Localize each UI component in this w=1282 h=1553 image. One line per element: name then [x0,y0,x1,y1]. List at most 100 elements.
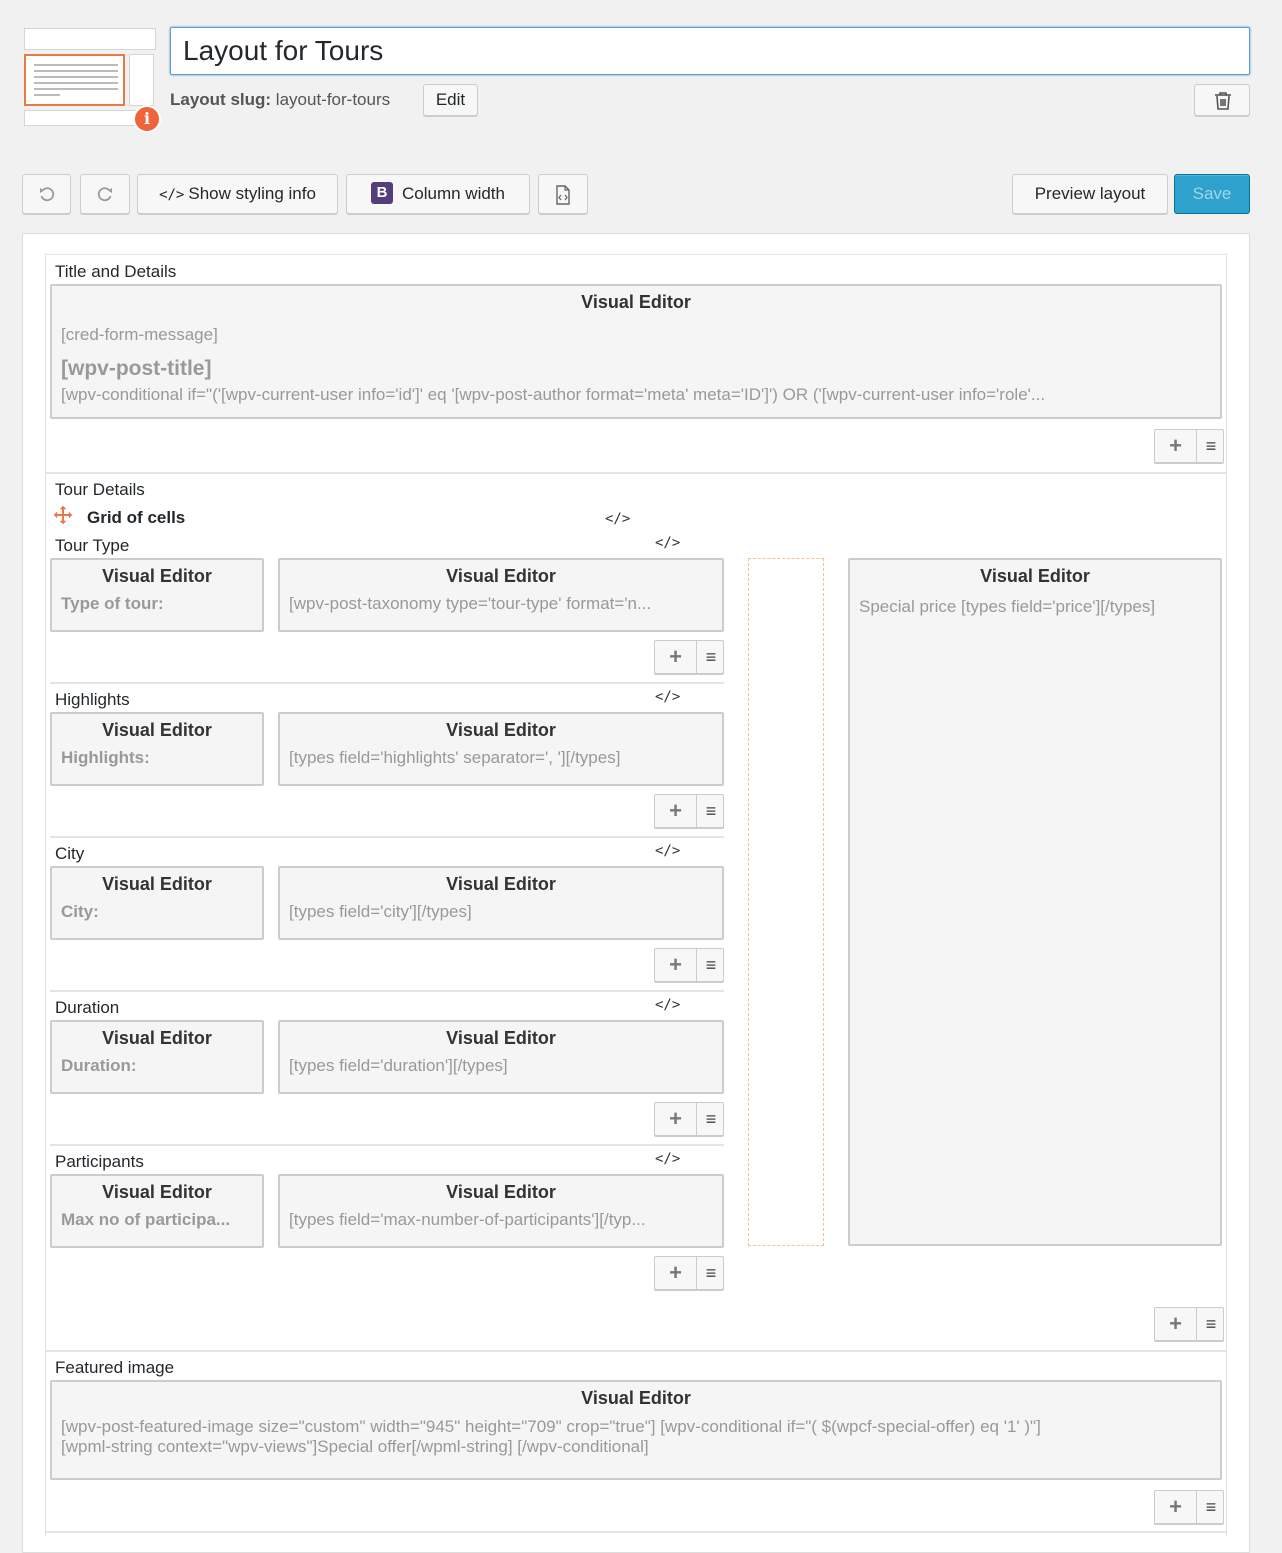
empty-cell-placeholder[interactable] [748,558,824,1246]
cell-title: Visual Editor [446,720,556,740]
visual-editor-cell[interactable]: Visual Editor Max no of participa... [50,1174,264,1248]
layout-title-input[interactable]: Layout for Tours [170,27,1250,75]
column-width-button[interactable]: B Column width [346,174,530,214]
layout-slug: Layout slug: layout-for-tours [170,86,390,116]
row-label-tour-details: Tour Details [55,480,145,499]
visual-editor-cell[interactable]: Visual Editor [types field='max-number-o… [278,1174,724,1248]
info-icon[interactable]: i [133,105,161,133]
subrow-label-city: City [55,844,85,863]
move-icon[interactable] [53,505,73,525]
cell-title: Visual Editor [581,292,691,312]
save-button[interactable]: Save [1174,174,1250,214]
cell-content-line: [types field='highlights' separator=', '… [289,748,621,767]
show-styling-info-button[interactable]: </> Show styling info [137,174,338,214]
visual-editor-cell[interactable]: Visual Editor [types field='highlights' … [278,712,724,786]
add-cell-button[interactable]: + [1155,1491,1197,1523]
cell-content-line: [wpml-string context="wpv-views"]Special… [61,1437,649,1456]
undo-icon [39,186,54,201]
cell-title: Visual Editor [446,874,556,894]
css-editor-button[interactable] [538,174,588,214]
visual-editor-cell[interactable]: Visual Editor City: [50,866,264,940]
code-icon[interactable]: </> [655,997,680,1013]
row-menu-button[interactable]: ≡ [698,1103,724,1135]
row-menu-button[interactable]: ≡ [698,795,724,827]
subrow-label-highlights: Highlights [55,690,130,709]
row-controls: + ≡ [654,948,724,982]
row-label-featured-image: Featured image [55,1358,175,1377]
column-width-label: Column width [402,184,505,203]
cell-title: Visual Editor [446,1028,556,1048]
row-controls: + ≡ [654,794,724,828]
trash-icon [1215,92,1231,110]
add-cell-button[interactable]: + [655,1257,697,1289]
cell-title: Visual Editor [102,874,212,894]
css-file-icon [556,184,570,205]
cell-title: Visual Editor [581,1388,691,1408]
undo-button[interactable] [22,174,71,214]
row-controls: + ≡ [1154,429,1224,463]
visual-editor-cell[interactable]: Visual Editor [cred-form-message] [wpv-p… [50,284,1222,419]
row-menu-button[interactable]: ≡ [1198,1308,1224,1340]
add-cell-button[interactable]: + [1155,430,1197,462]
add-cell-button[interactable]: + [655,795,697,827]
slug-label: Layout slug: [170,90,272,109]
code-icon[interactable]: </> [655,689,680,705]
code-icon[interactable]: </> [605,511,630,527]
visual-editor-cell[interactable]: Visual Editor [wpv-post-taxonomy type='t… [278,558,724,632]
slug-value: layout-for-tours [275,90,391,109]
add-cell-button[interactable]: + [655,641,697,673]
code-icon: </> [159,187,185,203]
cell-content-line: Highlights: [61,748,150,767]
row-menu-button[interactable]: ≡ [1198,1491,1224,1523]
cell-content-line: Duration: [61,1056,137,1075]
visual-editor-cell[interactable]: Visual Editor [wpv-post-featured-image s… [50,1380,1222,1480]
row-controls: + ≡ [1154,1490,1224,1524]
row-controls: + ≡ [654,1102,724,1136]
cell-title: Visual Editor [980,566,1090,586]
visual-editor-cell[interactable]: Visual Editor Special price [types field… [848,558,1222,1246]
row-menu-button[interactable]: ≡ [698,949,724,981]
show-styling-info-label: Show styling info [188,184,316,203]
visual-editor-cell[interactable]: Visual Editor Duration: [50,1020,264,1094]
row-label-title-and-details: Title and Details [55,262,177,281]
row-controls: + ≡ [654,640,724,674]
cell-content-line: Type of tour: [61,594,164,613]
grid-of-cells-label: Grid of cells [87,508,186,527]
row-controls: + ≡ [1154,1307,1224,1341]
cell-content-line: [wpv-post-featured-image size="custom" w… [61,1417,1041,1436]
subrow-label-duration: Duration [55,998,120,1017]
code-icon[interactable]: </> [655,1151,680,1167]
redo-button[interactable] [80,174,130,214]
subrow-label-participants: Participants [55,1152,144,1171]
cell-content-line: [types field='max-number-of-participants… [289,1210,646,1229]
cell-title: Visual Editor [102,566,212,586]
cell-title: Visual Editor [102,1028,212,1048]
delete-layout-button[interactable] [1194,84,1250,116]
cell-title: Visual Editor [446,1182,556,1202]
code-icon[interactable]: </> [655,843,680,859]
cell-title: Visual Editor [102,1182,212,1202]
cell-content-line: [wpv-post-taxonomy type='tour-type' form… [289,594,652,613]
row-menu-button[interactable]: ≡ [1198,430,1224,462]
add-cell-button[interactable]: + [1155,1308,1197,1340]
cell-content-line: City: [61,902,99,921]
row-controls: + ≡ [654,1256,724,1290]
add-cell-button[interactable]: + [655,1103,697,1135]
redo-icon [97,186,112,201]
row-menu-button[interactable]: ≡ [698,1257,724,1289]
row-menu-button[interactable]: ≡ [698,641,724,673]
bootstrap-icon: B [371,181,393,204]
visual-editor-cell[interactable]: Visual Editor [types field='city'][/type… [278,866,724,940]
subrow-label-tour-type: Tour Type [55,536,130,555]
cell-content-line: [wpv-post-title] [61,357,212,380]
preview-layout-button[interactable]: Preview layout [1012,174,1168,214]
visual-editor-cell[interactable]: Visual Editor Highlights: [50,712,264,786]
edit-slug-button[interactable]: Edit [423,84,478,116]
add-cell-button[interactable]: + [655,949,697,981]
cell-title: Visual Editor [102,720,212,740]
cell-content-line: [types field='city'][/types] [289,902,472,921]
visual-editor-cell[interactable]: Visual Editor Type of tour: [50,558,264,632]
visual-editor-cell[interactable]: Visual Editor [types field='duration'][/… [278,1020,724,1094]
cell-content-line: [types field='duration'][/types] [289,1056,508,1075]
code-icon[interactable]: </> [655,535,680,551]
